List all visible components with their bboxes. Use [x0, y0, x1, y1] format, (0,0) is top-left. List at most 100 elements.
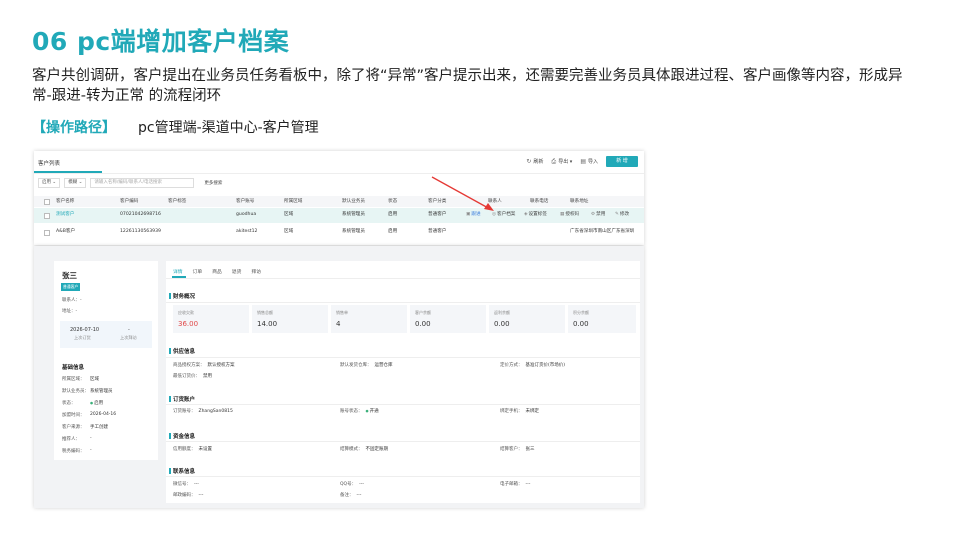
- follow-button[interactable]: ▣跟进: [466, 212, 481, 218]
- finance-section-title: 财务概况: [168, 292, 196, 300]
- table-row[interactable]: A&B客户 12261130563939 akitest12 区域 系统管理员 …: [34, 225, 644, 240]
- contact-field: 电子邮箱： ---: [500, 482, 531, 487]
- slide-description: 客户共创调研，客户提出在业务员任务看板中，除了将“异常”客户提示出来，还需要完善…: [32, 68, 903, 104]
- new-button[interactable]: 新 增: [606, 156, 638, 167]
- basic-info-row: 默认业务员： 系统管理员: [62, 389, 113, 394]
- last-visit-label: 上次拜访: [120, 335, 137, 340]
- tab-products[interactable]: 商品: [212, 268, 222, 275]
- export-button[interactable]: ⎙ 导出 ▾: [551, 158, 572, 166]
- detail-panel: 详情 订单 商品 退货 拜访 财务概况 应收欠款 36.00 销售总额 14.00 …: [166, 261, 640, 503]
- list-header: 客户列表 ↻ 刷新 ⎙ 导出 ▾ ▤ 导入 新 增: [34, 151, 644, 174]
- row-checkbox[interactable]: [44, 213, 50, 219]
- customer-type-badge: 普通客户: [61, 283, 81, 291]
- metric-card: 积分余额 0.00: [568, 305, 636, 333]
- refresh-button[interactable]: ↻ 刷新: [526, 158, 543, 165]
- section-divider: [166, 404, 640, 405]
- slide-title: 06 pc端增加客户档案: [32, 27, 290, 56]
- customer-name-link[interactable]: 测试客户: [56, 212, 74, 218]
- account-field: 订货账号： ZhangSan0815: [173, 409, 233, 414]
- customer-region: 区域: [284, 212, 294, 217]
- customer-sales: 系统管理员: [342, 212, 365, 217]
- column-header[interactable]: 联系电话: [530, 199, 548, 205]
- tab-returns[interactable]: 退货: [232, 268, 242, 275]
- customer-status: 启用: [388, 212, 398, 217]
- status-select[interactable]: 启用 ⌄: [38, 178, 61, 188]
- basic-info-title: 基础信息: [62, 365, 85, 371]
- tab-customer-list[interactable]: 客户列表: [38, 159, 60, 167]
- contact-section-title: 联系信息: [168, 467, 196, 475]
- more-search-link[interactable]: 更多搜索: [204, 180, 222, 186]
- basic-info-card: 基础信息 所属区域：区域 默认业务员：系统管理员 状态：启用 加盟时间：2026…: [54, 352, 158, 460]
- customer-list-screenshot: 客户列表 ↻ 刷新 ⎙ 导出 ▾ ▤ 导入 新 增 启用 ⌄ 模糊 ⌄ 请输入名称/编…: [34, 151, 644, 245]
- tab-visits[interactable]: 拜访: [251, 268, 261, 275]
- customer-region: 区域: [284, 229, 294, 234]
- disable-button[interactable]: ⚙禁用: [591, 212, 605, 218]
- account-field: 绑定手机： 未绑定: [500, 409, 539, 414]
- column-header[interactable]: 客户账号: [236, 199, 254, 205]
- customer-address: 广东省深圳市南山区广东省深圳: [570, 229, 635, 234]
- search-input[interactable]: 请输入名称/编码/联系人/电话搜索: [90, 178, 195, 188]
- customer-account: guodhua: [236, 212, 257, 217]
- column-header[interactable]: 客户分类: [428, 199, 446, 205]
- basic-info-row: 税务编码： -: [62, 448, 92, 454]
- row-checkbox[interactable]: [44, 230, 50, 236]
- column-header[interactable]: 联系人: [488, 199, 502, 205]
- select-all-checkbox[interactable]: [44, 199, 50, 205]
- funds-field: 信用额度： 未设置: [173, 447, 212, 452]
- qr-icon: ▦: [560, 212, 565, 217]
- tab-detail[interactable]: 详情: [173, 268, 183, 275]
- customer-sales: 系统管理员: [342, 229, 365, 234]
- column-header[interactable]: 客户编码: [120, 199, 138, 205]
- column-header[interactable]: 默认业务员: [342, 199, 365, 205]
- account-section-title: 订货账户: [168, 395, 196, 403]
- contact-field: 邮政编码： ---: [173, 493, 204, 498]
- tab-underline: [34, 171, 102, 173]
- column-header[interactable]: 状态: [388, 199, 397, 205]
- column-header[interactable]: 客户名称: [56, 199, 74, 205]
- customer-category: 普通客户: [428, 229, 447, 234]
- archive-icon: ◎: [492, 212, 497, 217]
- customer-archive-button[interactable]: ◎客户档案: [492, 212, 515, 218]
- account-field: 账号状态：开通: [340, 408, 379, 414]
- refresh-icon: ↻: [526, 158, 532, 165]
- edit-button[interactable]: ✎修改: [615, 212, 629, 218]
- metric-card: 销售总额 14.00: [252, 305, 328, 333]
- match-select[interactable]: 模糊 ⌄: [64, 178, 87, 188]
- section-divider: [166, 476, 640, 477]
- tab-orders[interactable]: 订单: [193, 268, 203, 275]
- metric-card: 返利余额 0.00: [489, 305, 565, 333]
- filter-bar: 启用 ⌄ 模糊 ⌄ 请输入名称/编码/联系人/电话搜索 更多搜索: [38, 178, 222, 188]
- import-button[interactable]: ▤ 导入: [580, 158, 598, 165]
- basic-info-row: 状态：启用: [62, 400, 103, 406]
- column-header[interactable]: 联系地址: [570, 199, 588, 205]
- metric-card: 客户余额 0.00: [410, 305, 486, 333]
- contact-field: 备注： ---: [340, 493, 362, 498]
- table-row[interactable]: 测试客户 07021042698716 guodhua 区域 系统管理员 启用 …: [34, 208, 644, 223]
- last-visit-value: -: [128, 327, 130, 333]
- customer-code: 12261130563939: [120, 229, 161, 234]
- follow-icon: ▣: [466, 212, 471, 217]
- order-visit-stats: 2026-07-10 上次订货 - 上次拜访: [60, 321, 152, 348]
- customer-detail-screenshot: 张三 普通客户 联系人：- 地址：- 2026-07-10 上次订货 - 上次拜…: [34, 246, 644, 508]
- path-value: pc管理端-渠道中心-客户管理: [138, 120, 319, 136]
- disable-icon: ⚙: [591, 212, 596, 217]
- auth-code-button[interactable]: ▦授权码: [560, 212, 579, 218]
- metric-card: 应收欠款 36.00: [173, 305, 249, 333]
- column-header[interactable]: 所属区域: [284, 199, 302, 205]
- supply-section-title: 供应信息: [168, 347, 196, 355]
- column-header[interactable]: 客户标签: [168, 199, 186, 205]
- customer-category: 普通客户: [428, 212, 447, 217]
- section-divider: [166, 357, 640, 358]
- section-divider: [166, 441, 640, 442]
- customer-name-link[interactable]: A&B客户: [56, 229, 75, 235]
- basic-info-row: 推荐人： -: [62, 436, 92, 442]
- list-actions: ↻ 刷新 ⎙ 导出 ▾ ▤ 导入 新 增: [526, 156, 638, 167]
- contact-person: 联系人：-: [62, 298, 82, 303]
- customer-address: 地址：-: [62, 309, 78, 314]
- supply-field: 商品授权方案： 默认授权方案: [173, 363, 235, 368]
- operation-path: 【操作路径】 pc管理端-渠道中心-客户管理: [32, 117, 319, 137]
- basic-info-row: 加盟时间： 2026-04-16: [62, 412, 117, 418]
- path-tag: 【操作路径】: [32, 120, 116, 136]
- last-order-date: 2026-07-10: [70, 327, 100, 333]
- set-tag-button[interactable]: ◈设置标签: [524, 212, 547, 218]
